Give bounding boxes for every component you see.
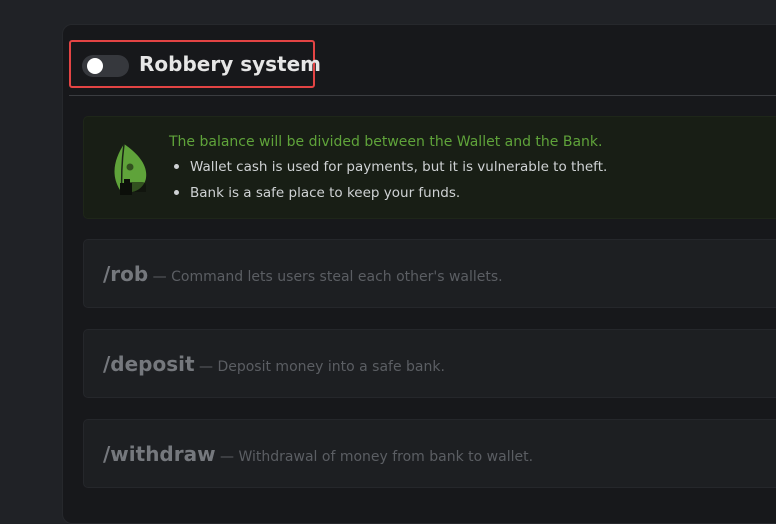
command-card-withdraw: /withdraw — Withdrawal of money from ban… bbox=[83, 419, 776, 488]
info-bullet-list: Wallet cash is used for payments, but it… bbox=[172, 158, 607, 210]
command-card-rob: /rob — Command lets users steal each oth… bbox=[83, 239, 776, 308]
command-card-deposit: /deposit — Deposit money into a safe ban… bbox=[83, 329, 776, 398]
info-bullet-wallet: Wallet cash is used for payments, but it… bbox=[172, 158, 607, 184]
command-name: /withdraw bbox=[103, 442, 216, 466]
robbery-settings-panel: Robbery system The balance will be divid… bbox=[62, 24, 776, 524]
command-description: — Deposit money into a safe bank. bbox=[194, 359, 445, 375]
command-name: /rob bbox=[103, 262, 149, 286]
header-divider bbox=[69, 95, 776, 96]
info-bullet-bank: Bank is a safe place to keep your funds. bbox=[172, 184, 607, 210]
toggle-knob bbox=[87, 58, 103, 74]
info-headline: The balance will be divided between the … bbox=[169, 134, 603, 150]
command-description: — Command lets users steal each other's … bbox=[148, 269, 503, 285]
leaf-wallet-icon bbox=[114, 143, 147, 195]
command-name: /deposit bbox=[103, 352, 195, 376]
section-title: Robbery system bbox=[139, 52, 322, 76]
robbery-system-toggle[interactable] bbox=[82, 55, 129, 77]
command-description: — Withdrawal of money from bank to walle… bbox=[215, 449, 534, 465]
balance-info-box: The balance will be divided between the … bbox=[83, 116, 776, 219]
